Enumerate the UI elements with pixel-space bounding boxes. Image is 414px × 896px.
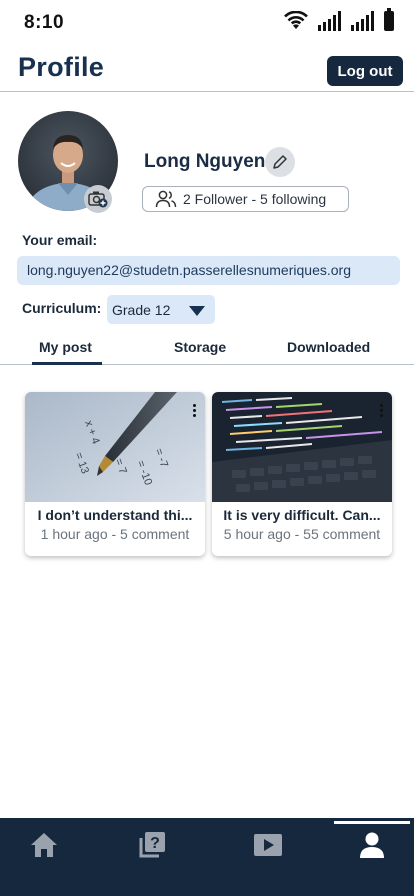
- user-icon: [360, 832, 384, 858]
- post-meta: 1 hour ago - 5 comment: [40, 526, 190, 542]
- tab-downloaded[interactable]: Downloaded: [287, 339, 370, 355]
- post-meta: 5 hour ago - 55 comment: [223, 526, 381, 542]
- active-tab-indicator: [32, 362, 102, 365]
- nav-profile[interactable]: [352, 828, 392, 862]
- post-thumbnail: [212, 392, 392, 502]
- signal-icon-2: [351, 11, 374, 31]
- caret-down-icon: [189, 306, 205, 316]
- follow-info[interactable]: 2 Follower - 5 following: [142, 186, 349, 212]
- camera-plus-icon: [88, 191, 108, 208]
- header: Profile Log out: [0, 52, 414, 92]
- nav-videos[interactable]: [248, 828, 288, 862]
- email-field[interactable]: long.nguyen22@studetn.passerellesnumeriq…: [17, 256, 400, 285]
- status-bar: 8:10: [0, 0, 414, 46]
- status-time: 8:10: [24, 12, 65, 33]
- post-title: I don’t understand thi...: [37, 507, 193, 523]
- logout-button[interactable]: Log out: [327, 56, 403, 86]
- post-card[interactable]: It is very difficult. Can... 5 hour ago …: [212, 392, 392, 556]
- curriculum-label: Curriculum:: [22, 300, 102, 316]
- home-icon: [31, 833, 57, 857]
- profile-tabs: My post Storage Downloaded: [0, 335, 414, 365]
- battery-icon: [384, 8, 394, 31]
- user-name: Long Nguyen: [144, 151, 266, 172]
- tab-my-post[interactable]: My post: [39, 339, 92, 355]
- follow-text: 2 Follower - 5 following: [183, 191, 327, 207]
- more-options-icon[interactable]: [193, 404, 197, 417]
- post-card[interactable]: = 13 = 7 = -10 = -7 x + 4 I don’t unders…: [25, 392, 205, 556]
- signal-icon: [318, 11, 341, 31]
- pencil-icon: [273, 155, 287, 169]
- tab-storage[interactable]: Storage: [174, 339, 226, 355]
- video-play-icon: [254, 834, 282, 856]
- post-title: It is very difficult. Can...: [223, 507, 381, 523]
- bottom-nav: ?: [0, 818, 414, 896]
- avatar-container: [18, 111, 118, 213]
- change-avatar-button[interactable]: [84, 185, 112, 213]
- curriculum-value: Grade 12: [112, 301, 171, 318]
- status-icons: [284, 8, 394, 31]
- wifi-icon: [284, 11, 308, 29]
- edit-name-button[interactable]: [265, 147, 295, 177]
- users-icon: [155, 190, 177, 208]
- active-nav-indicator: [334, 821, 410, 824]
- nav-home[interactable]: [24, 828, 64, 862]
- email-label: Your email:: [22, 232, 98, 248]
- more-options-icon[interactable]: [380, 404, 384, 417]
- curriculum-select[interactable]: Grade 12: [107, 295, 215, 324]
- nav-questions[interactable]: ?: [132, 828, 172, 862]
- post-thumbnail: = 13 = 7 = -10 = -7 x + 4: [25, 392, 205, 502]
- page-title: Profile: [18, 52, 105, 82]
- question-book-icon: ?: [139, 832, 165, 858]
- svg-text:?: ?: [150, 835, 160, 852]
